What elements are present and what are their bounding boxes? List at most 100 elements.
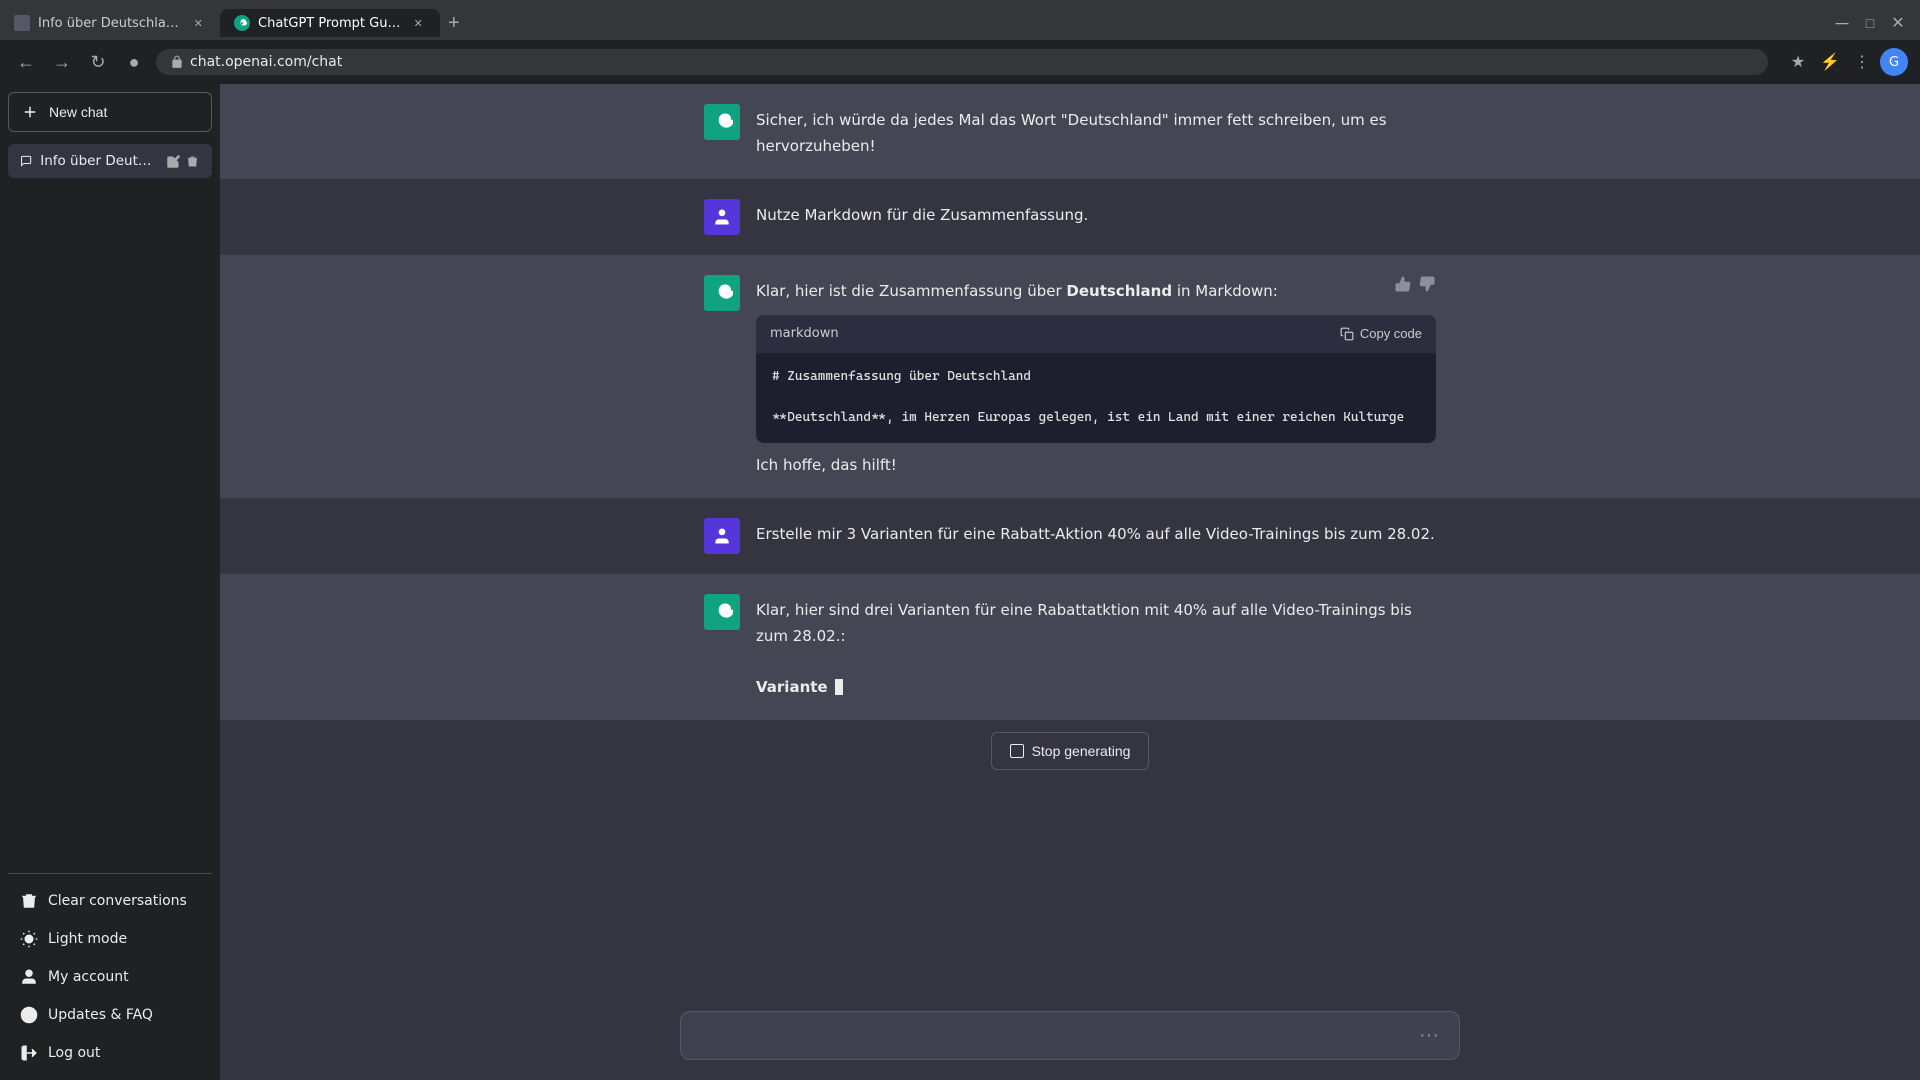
- close-tab-2-icon[interactable]: ✕: [411, 15, 426, 31]
- browser-tab-1[interactable]: Info über Deutschland. ✕: [0, 9, 220, 37]
- close-window-button[interactable]: ✕: [1884, 9, 1912, 37]
- plus-icon: [21, 103, 39, 121]
- code-header: markdown Copy code: [756, 315, 1436, 353]
- sun-icon: [20, 930, 38, 948]
- message-row-2: Klar, hier ist die Zusammenfassung über …: [220, 255, 1920, 498]
- message-inner-partial: Sicher, ich würde da jedes Mal das Wort …: [680, 104, 1460, 159]
- code-block: markdown Copy code # Zusammenfassung übe…: [756, 315, 1436, 443]
- msg2-bold-word: Deutschland: [1066, 282, 1172, 300]
- my-account-label: My account: [48, 969, 129, 985]
- bookmark-button[interactable]: ★: [1784, 48, 1812, 76]
- profile-button[interactable]: G: [1880, 48, 1908, 76]
- msg2-text-after: in Markdown:: [1172, 282, 1278, 300]
- tab-1-title: Info über Deutschland.: [38, 16, 182, 31]
- chat-messages: Sicher, ich würde da jedes Mal das Wort …: [220, 84, 1920, 999]
- back-button[interactable]: ←: [12, 48, 40, 76]
- message-row-1: Nutze Markdown für die Zusammenfassung.: [220, 179, 1920, 255]
- input-dots-button[interactable]: ···: [1413, 1024, 1445, 1047]
- sidebar-item-updates[interactable]: Updates & FAQ: [8, 996, 212, 1034]
- message-row-partial: Sicher, ich würde da jedes Mal das Wort …: [220, 84, 1920, 179]
- maximize-button[interactable]: □: [1856, 9, 1884, 37]
- msg2-text-before: Klar, hier ist die Zusammenfassung über: [756, 282, 1066, 300]
- message-inner-2: Klar, hier ist die Zusammenfassung über …: [680, 275, 1460, 478]
- message-row-4: Klar, hier sind drei Varianten für eine …: [220, 574, 1920, 720]
- trash-icon: [20, 892, 38, 910]
- main-content: Sicher, ich würde da jedes Mal das Wort …: [220, 84, 1920, 1080]
- message-row-3: Erstelle mir 3 Varianten für eine Rabatt…: [220, 498, 1920, 574]
- home-button[interactable]: ●: [120, 48, 148, 76]
- copy-code-button[interactable]: Copy code: [1340, 326, 1422, 341]
- sidebar-item-light-mode[interactable]: Light mode: [8, 920, 212, 958]
- thumbs-up-icon[interactable]: [1394, 275, 1412, 293]
- message-content-2: Klar, hier ist die Zusammenfassung über …: [756, 275, 1436, 478]
- delete-icon[interactable]: [185, 154, 200, 169]
- updates-label: Updates & FAQ: [48, 1007, 153, 1023]
- message-inner-1: Nutze Markdown für die Zusammenfassung.: [680, 199, 1460, 235]
- close-tab-1-icon[interactable]: ✕: [190, 15, 206, 31]
- code-lang-label: markdown: [770, 323, 839, 345]
- gpt-avatar-4: [704, 594, 740, 630]
- message-content-4: Klar, hier sind drei Varianten für eine …: [756, 594, 1436, 700]
- logout-label: Log out: [48, 1045, 100, 1061]
- sidebar-item-logout[interactable]: Log out: [8, 1034, 212, 1072]
- stop-generating-button[interactable]: Stop generating: [991, 732, 1150, 770]
- chat-icon: [20, 153, 32, 169]
- msg3-text: Erstelle mir 3 Varianten für eine Rabatt…: [756, 525, 1435, 543]
- message-content-partial: Sicher, ich würde da jedes Mal das Wort …: [756, 104, 1436, 159]
- extensions-button[interactable]: ⚡: [1816, 48, 1844, 76]
- sidebar: New chat Info über Deutschland. Clear co…: [0, 84, 220, 1080]
- msg4-text-1: Klar, hier sind drei Varianten für eine …: [756, 601, 1412, 645]
- browser-chrome: Info über Deutschland. ✕ ChatGPT Prompt …: [0, 0, 1920, 84]
- msg4-text-2: Variante: [756, 678, 833, 696]
- more-button[interactable]: ⋮: [1848, 48, 1876, 76]
- msg1-text: Nutze Markdown für die Zusammenfassung.: [756, 206, 1088, 224]
- clear-label: Clear conversations: [48, 893, 187, 909]
- user-icon: [20, 968, 38, 986]
- message-content-3: Erstelle mir 3 Varianten für eine Rabatt…: [756, 518, 1436, 554]
- input-box: ···: [680, 1011, 1460, 1060]
- sidebar-item-conversation-1[interactable]: Info über Deutschland.: [8, 144, 212, 178]
- stop-label: Stop generating: [1032, 743, 1131, 759]
- tab-2-title: ChatGPT Prompt Guide: [258, 16, 403, 31]
- reload-button[interactable]: ↻: [84, 48, 112, 76]
- forward-button[interactable]: →: [48, 48, 76, 76]
- stop-icon: [1010, 744, 1024, 758]
- user-avatar-3: [704, 518, 740, 554]
- copy-icon: [1340, 327, 1354, 341]
- sidebar-item-my-account[interactable]: My account: [8, 958, 212, 996]
- sidebar-item-clear[interactable]: Clear conversations: [8, 882, 212, 920]
- address-text: chat.openai.com/chat: [190, 54, 342, 70]
- info-icon: [20, 1006, 38, 1024]
- message-inner-4: Klar, hier sind drei Varianten für eine …: [680, 594, 1460, 700]
- minimize-button[interactable]: ─: [1828, 9, 1856, 37]
- stop-area: Stop generating: [220, 720, 1920, 782]
- edit-icon[interactable]: [166, 154, 181, 169]
- user-avatar-1: [704, 199, 740, 235]
- code-body: # Zusammenfassung über Deutschland **Deu…: [756, 353, 1436, 443]
- conv-actions: [166, 154, 200, 169]
- copy-code-label: Copy code: [1360, 326, 1422, 341]
- address-bar[interactable]: chat.openai.com/chat: [156, 49, 1768, 75]
- new-chat-button[interactable]: New chat: [8, 92, 212, 132]
- message-inner-3: Erstelle mir 3 Varianten für eine Rabatt…: [680, 518, 1460, 554]
- light-mode-label: Light mode: [48, 931, 127, 947]
- input-area: ···: [220, 999, 1920, 1080]
- msg2-text-bottom: Ich hoffe, das hilft!: [756, 456, 897, 474]
- gpt-avatar-partial: [704, 104, 740, 140]
- typing-cursor: [835, 679, 843, 695]
- address-bar-row: ← → ↻ ● chat.openai.com/chat ★ ⚡ ⋮ G: [0, 40, 1920, 84]
- logout-icon: [20, 1044, 38, 1062]
- message-content-1: Nutze Markdown für die Zusammenfassung.: [756, 199, 1436, 235]
- gpt-avatar-2: [704, 275, 740, 311]
- sidebar-bottom: Clear conversations Light mode My accoun…: [8, 873, 212, 1072]
- tab-bar: Info über Deutschland. ✕ ChatGPT Prompt …: [0, 0, 1920, 40]
- lock-icon: [170, 55, 184, 69]
- chat-input[interactable]: [695, 1024, 1413, 1047]
- new-tab-button[interactable]: +: [440, 12, 468, 35]
- conv-1-title: Info über Deutschland.: [40, 153, 158, 169]
- browser-action-buttons: ★ ⚡ ⋮ G: [1784, 48, 1908, 76]
- new-chat-label: New chat: [49, 104, 107, 120]
- browser-tab-2[interactable]: ChatGPT Prompt Guide ✕: [220, 9, 440, 37]
- thumbs-down-icon[interactable]: [1418, 275, 1436, 293]
- feedback-icons-2: [1394, 275, 1436, 293]
